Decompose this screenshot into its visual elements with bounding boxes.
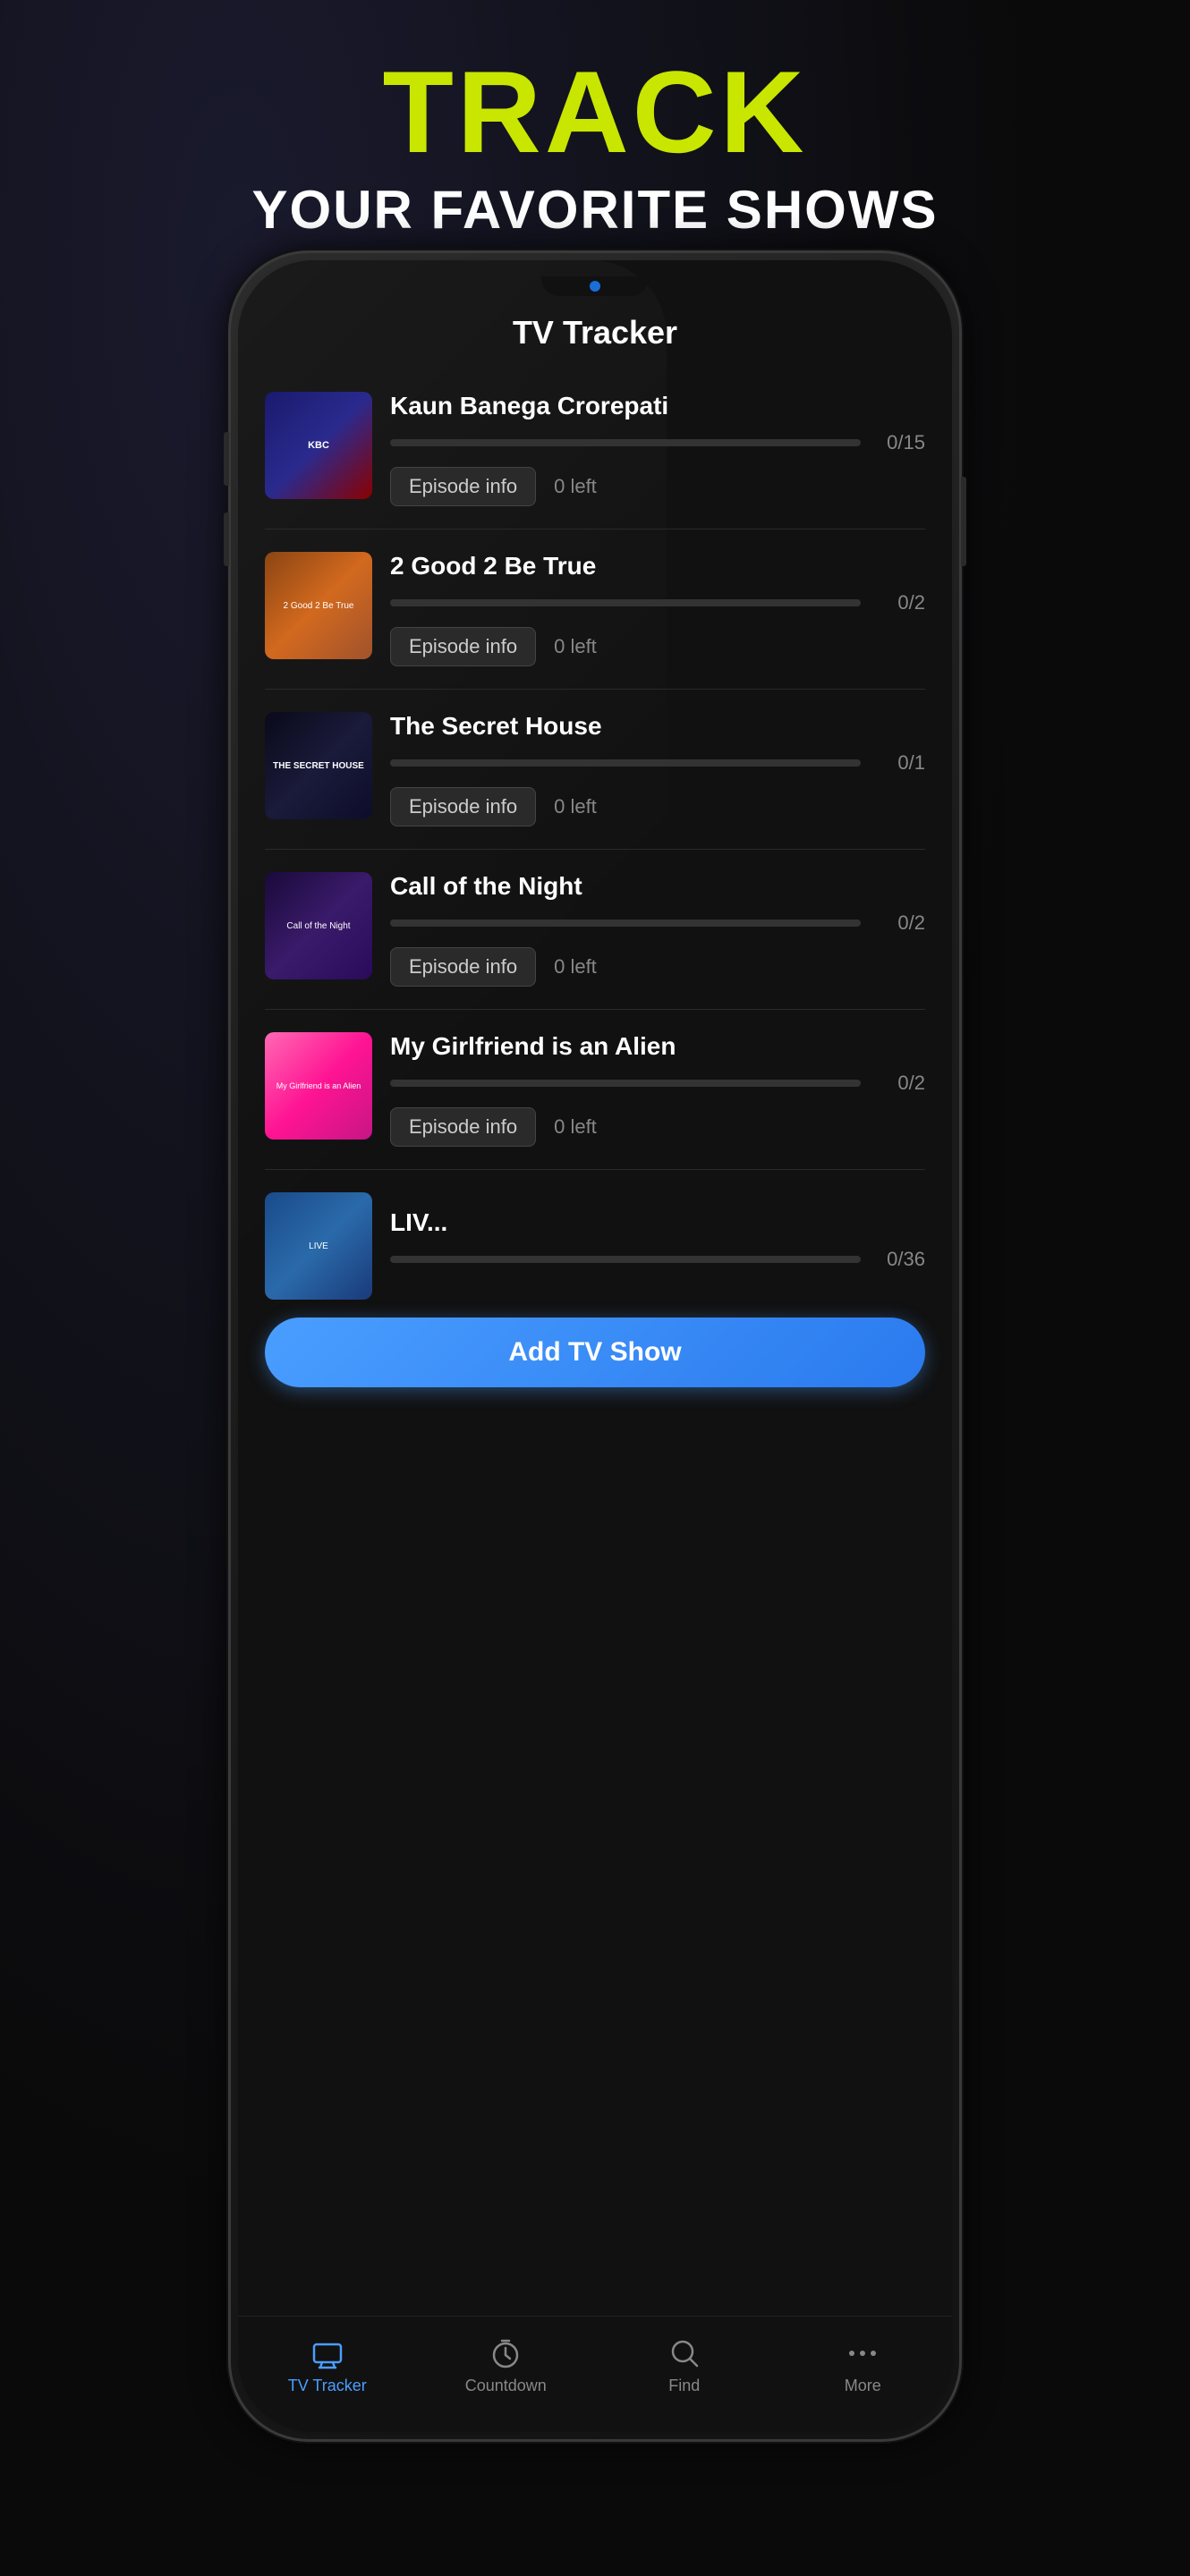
episode-info-btn-2good[interactable]: Episode info xyxy=(390,627,536,666)
add-section: LIVE LIV... 0/36 xyxy=(238,1170,952,1387)
progress-count-2good: 0/2 xyxy=(871,591,925,614)
episode-row-2good: Episode info 0 left xyxy=(390,627,925,666)
show-info-kbc: Kaun Banega Crorepati 0/15 Episode inf xyxy=(390,392,925,506)
show-thumb-live: LIVE xyxy=(265,1192,372,1300)
scroll-area: TV Tracker KBC Kaun Banega Crorepati xyxy=(238,260,952,2316)
episode-row-gfalien: Episode info 0 left xyxy=(390,1107,925,1147)
episode-row-kbc: Episode info 0 left xyxy=(390,467,925,506)
show-thumb-kbc: KBC xyxy=(265,392,372,499)
show-row-kbc: KBC Kaun Banega Crorepati 0/15 xyxy=(265,392,925,506)
progress-row-secret: 0/1 xyxy=(390,751,925,775)
episode-row-callnight: Episode info 0 left xyxy=(390,947,925,987)
find-icon xyxy=(662,2335,707,2371)
side-button-vol-down xyxy=(224,513,229,566)
phone-frame: TV Tracker KBC Kaun Banega Crorepati xyxy=(228,250,962,2442)
progress-count-liv: 0/36 xyxy=(871,1248,925,1271)
show-thumb-secret: THE SECRET HOUSE xyxy=(265,712,372,819)
show-item-kbc: KBC Kaun Banega Crorepati 0/15 xyxy=(265,369,925,530)
show-thumb-2good: 2 Good 2 Be True xyxy=(265,552,372,659)
progress-row-liv: 0/36 xyxy=(390,1248,925,1271)
nav-item-more[interactable]: More xyxy=(774,2335,953,2395)
side-button-vol-up xyxy=(224,432,229,486)
add-tv-show-button[interactable]: Add TV Show xyxy=(265,1318,925,1387)
phone-screen: TV Tracker KBC Kaun Banega Crorepati xyxy=(238,260,952,2432)
progress-count-callnight: 0/2 xyxy=(871,911,925,935)
progress-count-secret: 0/1 xyxy=(871,751,925,775)
progress-row-callnight: 0/2 xyxy=(390,911,925,935)
progress-bar-bg-2good xyxy=(390,599,861,606)
partial-title-liv: LIV... xyxy=(390,1208,925,1237)
nav-item-countdown[interactable]: Countdown xyxy=(417,2335,596,2395)
show-item-gfalien: My Girlfriend is an Alien My Girlfriend … xyxy=(265,1010,925,1170)
app-title: TV Tracker xyxy=(238,314,952,352)
show-row-secret: THE SECRET HOUSE The Secret House 0/1 xyxy=(265,712,925,826)
progress-bar-bg-kbc xyxy=(390,439,861,446)
show-item-callnight: Call of the Night Call of the Night 0/2 xyxy=(265,850,925,1010)
show-item-2good: 2 Good 2 Be True 2 Good 2 Be True 0/2 xyxy=(265,530,925,690)
progress-count-gfalien: 0/2 xyxy=(871,1072,925,1095)
show-row-gfalien: My Girlfriend is an Alien My Girlfriend … xyxy=(265,1032,925,1147)
show-title-secret: The Secret House xyxy=(390,712,925,741)
episode-info-btn-secret[interactable]: Episode info xyxy=(390,787,536,826)
side-button-power xyxy=(961,477,966,566)
show-info-callnight: Call of the Night 0/2 Episode info xyxy=(390,872,925,987)
show-thumb-callnight: Call of the Night xyxy=(265,872,372,979)
countdown-icon xyxy=(483,2335,528,2371)
episode-info-btn-kbc[interactable]: Episode info xyxy=(390,467,536,506)
episodes-left-gfalien: 0 left xyxy=(554,1115,597,1139)
nav-item-find[interactable]: Find xyxy=(595,2335,774,2395)
notch xyxy=(541,276,649,296)
episode-row-secret: Episode info 0 left xyxy=(390,787,925,826)
progress-row-gfalien: 0/2 xyxy=(390,1072,925,1095)
camera-dot xyxy=(590,281,600,292)
hero-track-text: TRACK xyxy=(0,54,1190,170)
progress-count-kbc: 0/15 xyxy=(871,431,925,454)
episodes-left-callnight: 0 left xyxy=(554,955,597,979)
add-button-container: Add TV Show xyxy=(265,1318,925,1387)
progress-bar-bg-secret xyxy=(390,759,861,767)
show-thumb-gfalien: My Girlfriend is an Alien xyxy=(265,1032,372,1140)
progress-bar-bg-gfalien xyxy=(390,1080,861,1087)
nav-label-find: Find xyxy=(668,2377,700,2395)
show-item-secret: THE SECRET HOUSE The Secret House 0/1 xyxy=(265,690,925,850)
nav-label-more: More xyxy=(845,2377,881,2395)
show-list: KBC Kaun Banega Crorepati 0/15 xyxy=(238,369,952,1170)
episodes-left-2good: 0 left xyxy=(554,635,597,658)
show-info-secret: The Secret House 0/1 Episode info xyxy=(390,712,925,826)
show-title-kbc: Kaun Banega Crorepati xyxy=(390,392,925,420)
episode-info-btn-gfalien[interactable]: Episode info xyxy=(390,1107,536,1147)
more-icon xyxy=(840,2335,885,2371)
show-title-gfalien: My Girlfriend is an Alien xyxy=(390,1032,925,1061)
phone-mockup: TV Tracker KBC Kaun Banega Crorepati xyxy=(228,250,962,2442)
show-row-callnight: Call of the Night Call of the Night 0/2 xyxy=(265,872,925,987)
show-title-2good: 2 Good 2 Be True xyxy=(390,552,925,580)
show-info-2good: 2 Good 2 Be True 0/2 Episode info xyxy=(390,552,925,666)
screen-content: TV Tracker KBC Kaun Banega Crorepati xyxy=(238,260,952,2432)
progress-row-kbc: 0/15 xyxy=(390,431,925,454)
progress-row-2good: 0/2 xyxy=(390,591,925,614)
episodes-left-kbc: 0 left xyxy=(554,475,597,498)
show-row-2good: 2 Good 2 Be True 2 Good 2 Be True 0/2 xyxy=(265,552,925,666)
show-info-gfalien: My Girlfriend is an Alien 0/2 Episode xyxy=(390,1032,925,1147)
show-title-callnight: Call of the Night xyxy=(390,872,925,901)
hero-subtitle-text: YOUR FAVORITE SHOWS xyxy=(0,179,1190,241)
show-item-partial-liv: LIVE LIV... 0/36 xyxy=(238,1170,952,1309)
episodes-left-secret: 0 left xyxy=(554,795,597,818)
nav-item-tv-tracker[interactable]: TV Tracker xyxy=(238,2335,417,2395)
progress-bar-bg-callnight xyxy=(390,919,861,927)
episode-info-btn-callnight[interactable]: Episode info xyxy=(390,947,536,987)
progress-bar-bg-liv xyxy=(390,1256,861,1263)
hero-section: TRACK YOUR FAVORITE SHOWS xyxy=(0,54,1190,241)
tv-tracker-icon xyxy=(305,2335,350,2371)
partial-info-liv: LIV... 0/36 xyxy=(390,1208,925,1284)
bottom-nav: TV Tracker Countdown xyxy=(238,2316,952,2432)
nav-label-countdown: Countdown xyxy=(465,2377,547,2395)
nav-label-tv-tracker: TV Tracker xyxy=(288,2377,367,2395)
